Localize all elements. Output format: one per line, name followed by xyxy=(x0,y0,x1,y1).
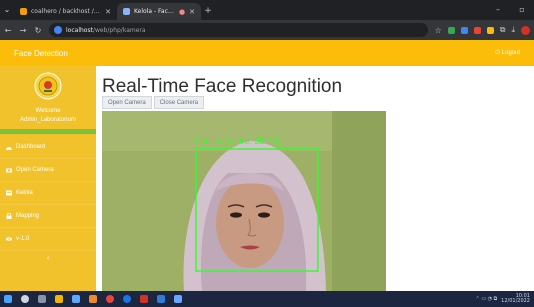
sidebar-item-label: Kelola xyxy=(16,190,33,196)
sidebar: Welcome Admin_Laboratorium Dashboard Ope… xyxy=(0,66,96,291)
kelola-icon xyxy=(6,190,12,196)
sidebar-menu: Dashboard Open Camera Kelola Mapping v-1… xyxy=(0,136,96,251)
window-controls: – ▫ xyxy=(486,0,534,20)
site-info-icon[interactable] xyxy=(54,26,62,34)
extension-icon[interactable] xyxy=(473,26,481,34)
clock[interactable]: 10:01 12/01/2022 xyxy=(501,294,530,304)
close-tab-icon[interactable]: ✕ xyxy=(189,8,195,16)
camera-feed: Denisa (score: 35.19) xyxy=(102,111,386,291)
sidebar-item-label: Open Camera xyxy=(16,167,54,173)
tab-title: Kelola - Face Detection xyxy=(134,8,175,15)
lock-icon xyxy=(6,213,12,219)
reload-icon[interactable]: ↻ xyxy=(34,26,42,35)
university-logo xyxy=(34,72,62,100)
photos-icon[interactable] xyxy=(174,295,182,303)
open-camera-button[interactable]: Open Camera xyxy=(102,96,152,109)
extension-icon[interactable] xyxy=(486,26,494,34)
page-title: Real-Time Face Recognition xyxy=(102,76,343,97)
page-icon xyxy=(123,8,130,15)
detection-label: Denisa (score: 35.19) xyxy=(194,136,281,146)
system-tray: ⌃ ▭ ◔ ⧉ 10:01 12/01/2022 xyxy=(476,294,530,304)
chrome-icon[interactable] xyxy=(106,295,114,303)
url-path: /web/php/kamera xyxy=(92,26,146,34)
task-view-icon[interactable] xyxy=(38,295,46,303)
new-tab-button[interactable]: + xyxy=(201,3,215,20)
sidebar-item-label: v-1.0 xyxy=(16,236,30,242)
sidebar-item-kelola[interactable]: Kelola xyxy=(0,182,96,205)
browser-tab-active[interactable]: Kelola - Face Detection ● ✕ xyxy=(117,3,201,20)
extension-icon[interactable] xyxy=(447,26,455,34)
url-host: localhost xyxy=(66,26,93,34)
download-icon[interactable]: ⤓ xyxy=(511,25,515,35)
tab-title: coalhero / backhost / scl / scl xyxy=(31,8,101,15)
search-icon[interactable] xyxy=(21,295,29,303)
sidebar-item-label: Mapping xyxy=(16,213,40,219)
phpmyadmin-icon xyxy=(20,8,27,15)
restore-button[interactable]: ▫ xyxy=(510,0,534,20)
browser-tab-strip: ⌄ coalhero / backhost / scl / scl ✕ Kelo… xyxy=(0,0,534,20)
dashboard-icon xyxy=(6,147,12,150)
forward-icon[interactable]: → xyxy=(19,26,27,35)
tray-icons[interactable]: ⌃ ▭ ◔ ⧉ xyxy=(476,296,498,302)
recording-dot-icon: ● xyxy=(179,7,186,16)
puzzle-icon[interactable]: ⧉ xyxy=(500,25,506,35)
app-icon[interactable] xyxy=(72,295,80,303)
windows-taskbar: ⌃ ▭ ◔ ⧉ 10:01 12/01/2022 xyxy=(0,291,534,307)
bookmark-star-icon[interactable]: ☆ xyxy=(435,26,442,35)
url-field[interactable]: localhost/web/php/kamera xyxy=(49,23,428,37)
tab-search-icon[interactable]: ⌄ xyxy=(0,0,14,20)
close-tab-icon[interactable]: ✕ xyxy=(105,8,111,16)
username: Admin_Laboratorium xyxy=(20,117,76,123)
vscode-icon[interactable] xyxy=(157,295,165,303)
welcome-text: Welcome xyxy=(35,108,61,114)
sidebar-item-open-camera[interactable]: Open Camera xyxy=(0,159,96,182)
clock-date: 12/01/2022 xyxy=(501,298,530,304)
minimize-button[interactable]: – xyxy=(486,0,510,20)
sidebar-divider xyxy=(0,129,96,134)
edge-icon[interactable] xyxy=(123,295,131,303)
camera-icon xyxy=(6,168,12,173)
xampp-icon[interactable] xyxy=(89,295,97,303)
file-explorer-icon[interactable] xyxy=(55,295,63,303)
close-camera-button[interactable]: Close Camera xyxy=(153,96,205,109)
sidebar-item-label: Dashboard xyxy=(16,144,46,150)
app-brand[interactable]: Face Detection xyxy=(14,49,68,58)
app-header: Face Detection ⏻ Logout xyxy=(0,40,534,66)
extension-icon[interactable] xyxy=(460,26,468,34)
profile-avatar[interactable] xyxy=(521,25,530,35)
address-bar-row: ← → ↻ localhost/web/php/kamera ☆ ⧉ ⤓ xyxy=(0,20,534,40)
sidebar-item-dashboard[interactable]: Dashboard xyxy=(0,136,96,159)
start-icon[interactable] xyxy=(4,295,12,303)
collapse-sidebar-icon[interactable]: ‹ xyxy=(0,254,96,262)
sidebar-item-mapping[interactable]: Mapping xyxy=(0,205,96,228)
logout-link[interactable]: ⏻ Logout xyxy=(495,50,520,57)
back-icon[interactable]: ← xyxy=(4,26,12,35)
extensions: ☆ ⧉ ⤓ xyxy=(435,25,530,35)
camera-controls: Open Camera Close Camera xyxy=(102,96,205,109)
main-content: Real-Time Face Recognition Open Camera C… xyxy=(96,66,534,291)
app-icon[interactable] xyxy=(140,295,148,303)
sidebar-item-version[interactable]: v-1.0 xyxy=(0,228,96,251)
browser-tab[interactable]: coalhero / backhost / scl / scl ✕ xyxy=(14,3,117,20)
logout-label: Logout xyxy=(501,49,520,56)
eye-icon xyxy=(6,237,12,241)
